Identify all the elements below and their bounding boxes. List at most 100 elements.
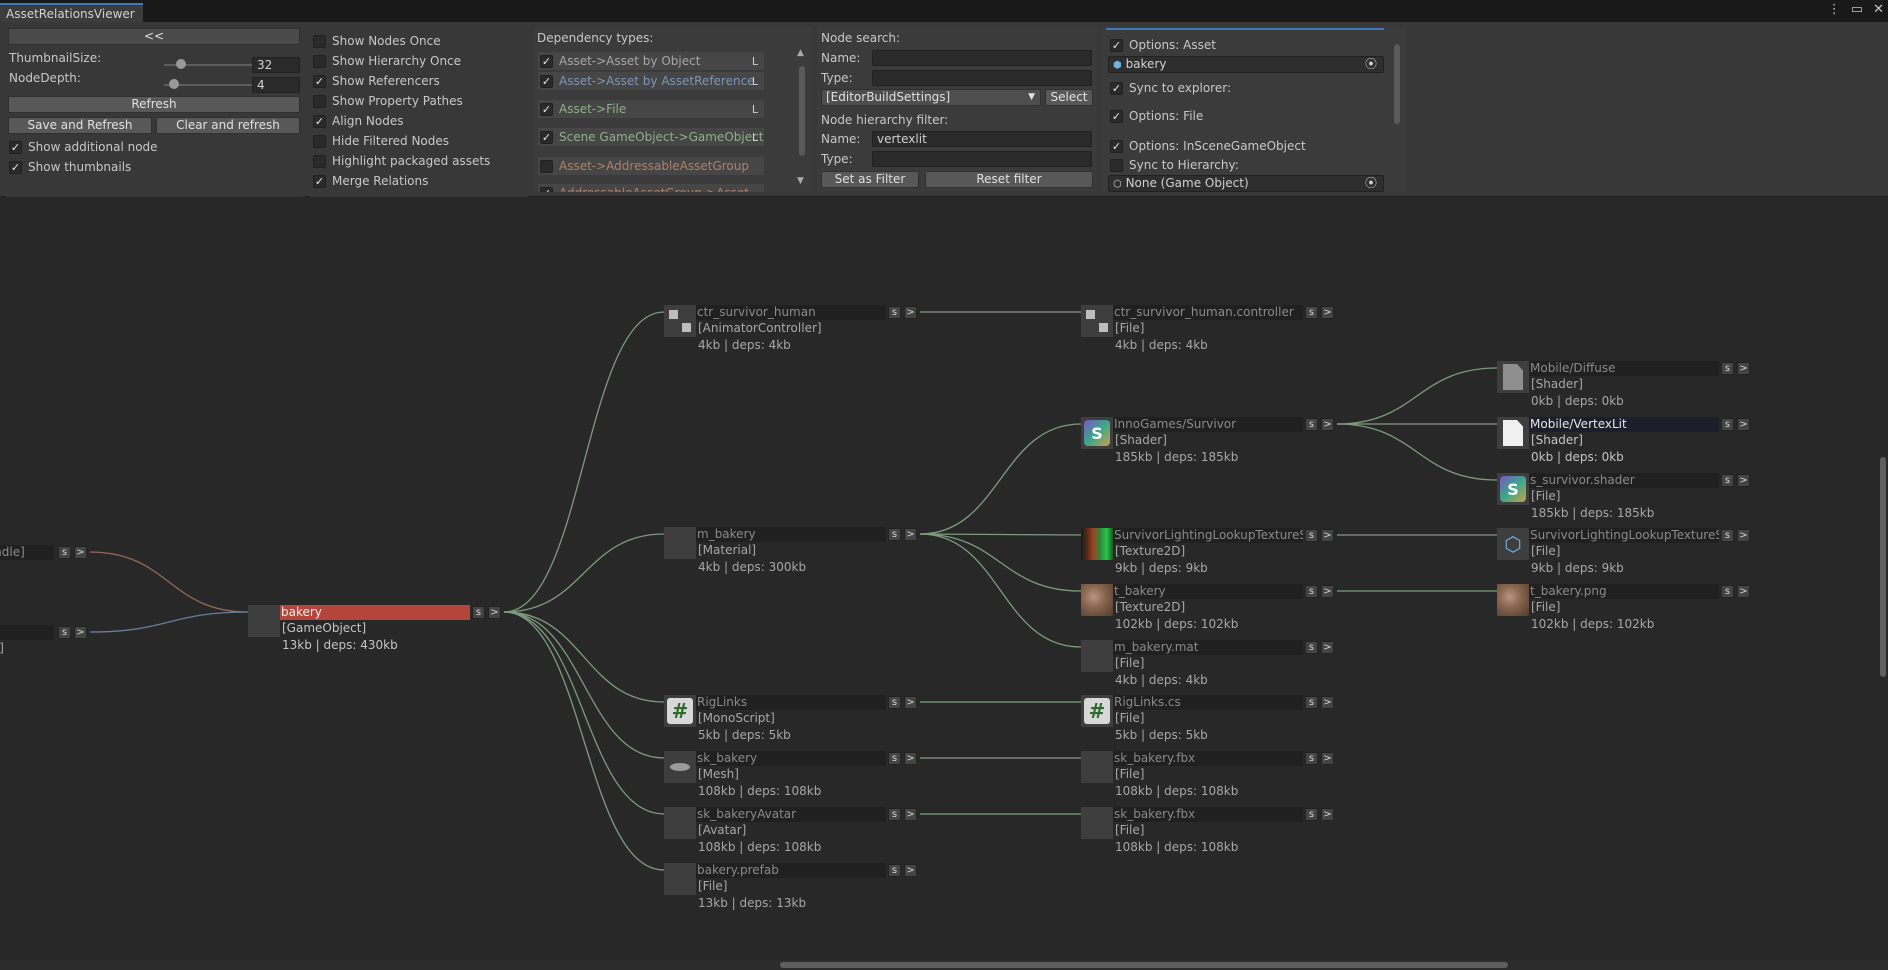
graph-node-ctr-survivor-human[interactable]: ctr_survivor_human s > [AnimatorController]… (664, 305, 920, 363)
option-toggle[interactable]: ✓ Align Nodes (313, 112, 528, 130)
node-title[interactable]: oBundle] (0, 545, 54, 560)
target-icon[interactable]: ⦿ (1365, 57, 1377, 71)
checkbox[interactable]: ✓ (540, 54, 553, 68)
set-as-filter-button[interactable]: Set as Filter (821, 171, 919, 188)
checkbox[interactable]: ✓ (540, 102, 553, 116)
node-title[interactable]: sk_bakery.fbx (1113, 751, 1303, 766)
graph-node-riglinks[interactable]: # RigLinks s > [MonoScript] 5kb | deps: 5kb (664, 695, 920, 753)
dependency-type-row[interactable]: Asset->AddressableAssetGroup (538, 157, 764, 175)
dependency-scrollbar[interactable] (799, 66, 805, 156)
hierarchy-type-input[interactable] (872, 151, 1092, 167)
option-toggle[interactable]: Show Nodes Once (313, 32, 528, 50)
node-select-button[interactable]: s (1305, 418, 1318, 431)
graph-node-m-bakery-mat[interactable]: m_bakery.mat s > [File] 4kb | deps: 4kb (1081, 640, 1337, 698)
node-title[interactable]: SurvivorLightingLookupTextureSettings (1529, 528, 1719, 543)
node-expand-button[interactable]: > (1321, 529, 1334, 542)
node-select-button[interactable]: s (888, 528, 901, 541)
scroll-up-icon[interactable]: ▲ (797, 48, 804, 58)
save-and-refresh-button[interactable]: Save and Refresh (8, 117, 152, 134)
node-select-button[interactable]: s (1305, 641, 1318, 654)
node-title[interactable]: ctr_survivor_human.controller (1113, 305, 1303, 320)
checkbox[interactable] (1110, 158, 1123, 172)
dependency-type-row[interactable]: ✓ Asset->Asset by AssetReference L (538, 72, 764, 90)
checkbox[interactable] (540, 159, 553, 173)
window-tab[interactable]: AssetRelationsViewer (0, 3, 143, 22)
checkbox[interactable]: ✓ (9, 140, 22, 154)
dependency-type-row[interactable]: ✓ Scene GameObject->GameObject L (538, 128, 764, 146)
graph-node-sk-fbx1[interactable]: sk_bakery.fbx s > [File] 108kb | deps: 108kb (1081, 751, 1337, 809)
search-type-input[interactable] (872, 70, 1092, 86)
checkbox[interactable] (313, 134, 326, 148)
node-select-button[interactable]: s (1721, 529, 1734, 542)
checkbox[interactable]: ✓ (540, 130, 553, 144)
graph-node-mobile-diffuse[interactable]: Mobile/Diffuse s > [Shader] 0kb | deps: 0kb (1497, 361, 1753, 419)
thumbnail-size-slider-knob[interactable] (176, 59, 186, 69)
checkbox[interactable]: ✓ (1110, 109, 1123, 123)
checkbox[interactable]: ✓ (540, 186, 553, 192)
node-title[interactable]: bakery (280, 605, 470, 620)
option-toggle[interactable]: Hide Filtered Nodes (313, 132, 528, 150)
node-expand-button[interactable]: > (1737, 474, 1750, 487)
node-expand-button[interactable]: > (1321, 696, 1334, 709)
target-icon[interactable]: ⦿ (1365, 176, 1377, 190)
graph-node-lookup[interactable]: SurvivorLightingLookupTextureSettingss> [… (1081, 528, 1337, 586)
node-select-button[interactable]: s (1305, 808, 1318, 821)
maximize-icon[interactable]: ▭ (1851, 2, 1863, 17)
checkbox[interactable]: ✓ (1110, 81, 1123, 95)
node-title[interactable]: sk_bakery (696, 751, 886, 766)
node-select-button[interactable]: s (1305, 752, 1318, 765)
node-depth-field[interactable]: 4 (252, 77, 300, 93)
horizontal-scroll-thumb[interactable] (780, 962, 1508, 968)
checkbox[interactable] (313, 154, 326, 168)
node-expand-button[interactable]: > (904, 864, 917, 877)
clear-and-refresh-button[interactable]: Clear and refresh (156, 117, 300, 134)
node-expand-button[interactable]: > (1321, 418, 1334, 431)
checkbox[interactable]: ✓ (1110, 139, 1123, 153)
node-select-button[interactable]: s (58, 546, 71, 559)
gameobject-field[interactable]: ⬡ None (Game Object) ⦿ (1108, 175, 1384, 192)
node-select-button[interactable]: s (888, 752, 901, 765)
node-expand-button[interactable]: > (904, 696, 917, 709)
node-title[interactable]: t_bakery.png (1529, 584, 1719, 599)
graph-node-mobile-vertexlit[interactable]: Mobile/VertexLit s > [Shader] 0kb | deps: 0k… (1497, 417, 1753, 475)
collapse-button[interactable]: << (8, 28, 300, 45)
search-name-input[interactable] (872, 50, 1092, 66)
checkbox[interactable]: ✓ (1110, 38, 1123, 52)
node-title[interactable]: bakery.prefab (696, 863, 886, 878)
scroll-down-icon[interactable]: ▼ (797, 176, 804, 186)
dependency-type-row[interactable]: ✓ Asset->File L (538, 100, 764, 118)
option-toggle[interactable]: Show Hierarchy Once (313, 52, 528, 70)
node-title[interactable]: s_survivor.shader (1529, 473, 1719, 488)
node-expand-button[interactable]: > (904, 306, 917, 319)
vertical-scroll-thumb[interactable] (1880, 457, 1886, 677)
node-title[interactable]: RigLinks (696, 695, 886, 710)
kebab-icon[interactable]: ⋮ (1828, 2, 1841, 17)
option-toggle[interactable]: Show Property Pathes (313, 92, 528, 110)
node-title[interactable]: Mobile/Diffuse (1529, 361, 1719, 376)
graph-horizontal-scrollbar[interactable] (0, 960, 1888, 970)
node-select-button[interactable]: s (888, 864, 901, 877)
node-expand-button[interactable]: > (1321, 641, 1334, 654)
graph-node-bakery[interactable]: bakery s > [GameObject] 13kb | deps: 430kb (248, 605, 504, 663)
node-expand-button[interactable]: > (1321, 585, 1334, 598)
sync-explorer-toggle[interactable]: ✓ Sync to explorer: (1110, 79, 1231, 97)
node-expand-button[interactable]: > (74, 546, 87, 559)
node-expand-button[interactable]: > (1737, 418, 1750, 431)
options-file-toggle[interactable]: ✓ Options: File (1110, 107, 1203, 125)
graph-node-left2[interactable]: ionss> tions] (0, 625, 90, 683)
build-settings-dropdown[interactable]: [EditorBuildSettings] ▼ (821, 89, 1041, 106)
node-expand-button[interactable]: > (1321, 306, 1334, 319)
node-expand-button[interactable]: > (1321, 808, 1334, 821)
node-select-button[interactable]: s (1721, 474, 1734, 487)
node-select-button[interactable]: s (1305, 585, 1318, 598)
dependency-type-row[interactable]: ✓ AddressableAssetGroup->Asset (538, 184, 764, 192)
node-select-button[interactable]: s (888, 696, 901, 709)
graph-node-sk-bakery[interactable]: sk_bakery s > [Mesh] 108kb | deps: 108kb (664, 751, 920, 809)
node-select-button[interactable]: s (1305, 696, 1318, 709)
node-depth-slider-knob[interactable] (169, 79, 179, 89)
checkbox[interactable]: ✓ (313, 114, 326, 128)
reset-filter-button[interactable]: Reset filter (925, 171, 1093, 188)
node-select-button[interactable]: s (1721, 362, 1734, 375)
node-expand-button[interactable]: > (488, 606, 501, 619)
checkbox[interactable]: ✓ (540, 74, 553, 88)
